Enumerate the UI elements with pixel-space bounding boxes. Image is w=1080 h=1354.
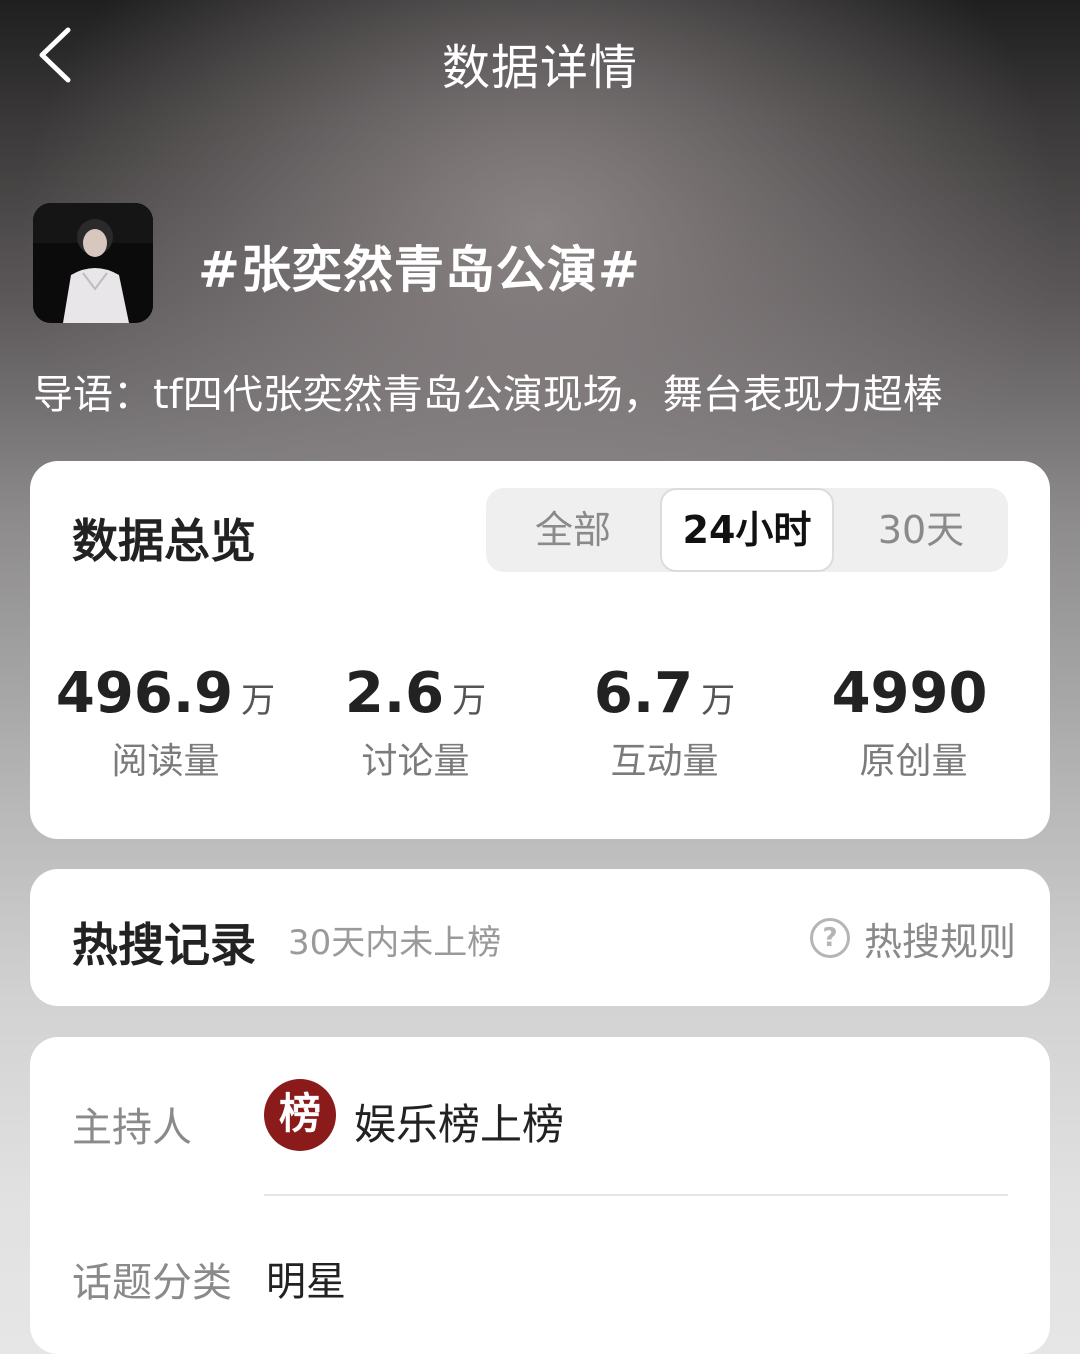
hot-search-card: 热搜记录 30天内未上榜 ? 热搜规则 bbox=[30, 869, 1050, 1006]
stat-value: 4990 bbox=[831, 661, 988, 726]
stat-label: 互动量 bbox=[610, 741, 719, 782]
question-circle-icon: ? bbox=[809, 918, 850, 958]
stat-value: 6.7 bbox=[593, 661, 694, 726]
host-label: 主持人 bbox=[72, 1105, 192, 1151]
topic-title: #张奕然青岛公演# bbox=[198, 241, 641, 299]
data-overview-card: 数据总览 全部 24小时 30天 496.9 万 阅读量 2.6 万 讨论量 6.7… bbox=[30, 461, 1050, 839]
topic-info-card: 主持人 榜 娱乐榜上榜 话题分类 明星 bbox=[30, 1037, 1050, 1354]
category-label: 话题分类 bbox=[72, 1260, 232, 1306]
hot-search-rules-label: 热搜规则 bbox=[863, 919, 1016, 964]
hot-search-status: 30天内未上榜 bbox=[288, 923, 502, 963]
tab-30d[interactable]: 30天 bbox=[834, 488, 1008, 572]
category-value: 明星 bbox=[266, 1259, 346, 1305]
host-avatar[interactable]: 榜 bbox=[264, 1079, 336, 1151]
hot-search-heading: 热搜记录 bbox=[72, 918, 256, 972]
stat-originals: 4990 原创量 bbox=[786, 661, 1041, 784]
tab-all[interactable]: 全部 bbox=[486, 488, 660, 572]
stat-value: 496.9 bbox=[55, 661, 234, 726]
stat-label: 讨论量 bbox=[361, 741, 470, 782]
stat-label: 阅读量 bbox=[111, 741, 220, 782]
stat-unit: 万 bbox=[241, 681, 276, 721]
overview-heading: 数据总览 bbox=[72, 514, 256, 568]
stat-unit: 万 bbox=[701, 681, 736, 721]
tab-24h[interactable]: 24小时 bbox=[660, 488, 834, 572]
stat-interactions: 6.7 万 互动量 bbox=[537, 661, 792, 784]
topic-cover-image bbox=[33, 203, 153, 323]
stat-value: 2.6 bbox=[344, 661, 445, 726]
host-name[interactable]: 娱乐榜上榜 bbox=[354, 1091, 564, 1152]
time-range-tabs: 全部 24小时 30天 bbox=[486, 488, 1008, 572]
stat-unit: 万 bbox=[452, 681, 487, 721]
stat-label: 原创量 bbox=[859, 741, 968, 782]
topic-intro: 导语：tf四代张奕然青岛公演现场，舞台表现力超棒 bbox=[33, 372, 943, 418]
page-title: 数据详情 bbox=[441, 40, 638, 96]
stat-discussions: 2.6 万 讨论量 bbox=[288, 661, 543, 784]
hot-search-rules-link[interactable]: ? 热搜规则 bbox=[809, 913, 1016, 964]
divider bbox=[264, 1194, 1008, 1196]
header-bar: 数据详情 bbox=[0, 0, 1080, 115]
stat-reads: 496.9 万 阅读量 bbox=[38, 661, 293, 784]
